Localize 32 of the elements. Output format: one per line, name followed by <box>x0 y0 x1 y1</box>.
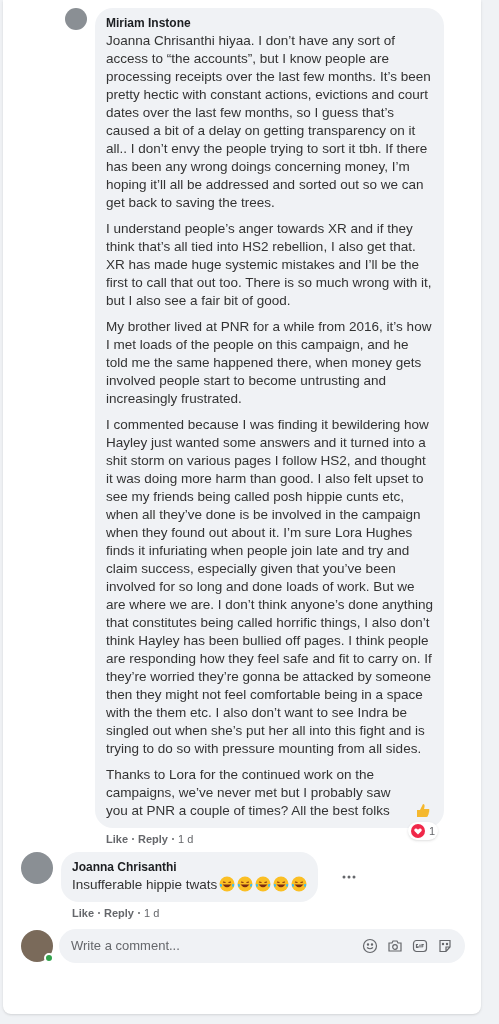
comment-text: Joanna Chrisanthi hiyaa. I don’t have any sort of access to “the accounts”, but I know people are processing receipts over the last few months. It’s been pretty hectic with constant actions, evictions and court dates over the last few months, so I guess that’s caused a bit of a delay on getting transparency on it all.. I don’t envy the people trying to sort it tbh. If there has been any wrong doings concerning money, I’m hoping it’ll all be addressed and sorted out so we can get back to saving the trees. <box>106 33 431 210</box>
smiley-icon[interactable] <box>362 938 378 954</box>
comment-action-link[interactable]: Like <box>106 831 128 848</box>
laughing-emoji-icon <box>273 875 290 892</box>
comment-text: My brother lived at PNR for a while from 2016, it’s how I met loads of the people on this campaign, and he told me the same happened there, when money gets involved people start to become untrusting and increasingly frustrated. <box>106 319 432 406</box>
comment-input[interactable]: Write a comment... <box>71 936 362 956</box>
laughing-emoji-icon <box>219 875 236 892</box>
camera-icon[interactable] <box>387 938 403 954</box>
comment-text: I understand people’s anger towards XR and if they think that’s all tied into HS2 rebellion, I also get that. XR has made huge systemic mistakes and I’ll be the first to call that out too. There is so much wrong with it, but I also see a fair bit of good. <box>106 221 432 308</box>
avatar[interactable] <box>21 851 53 884</box>
laughing-emoji-icon <box>291 875 308 892</box>
sticker-icon[interactable] <box>437 938 453 954</box>
more-options-icon[interactable] <box>342 874 357 879</box>
reaction-badge[interactable]: 1 <box>407 821 438 840</box>
avatar[interactable] <box>65 8 87 30</box>
comment-input-field[interactable]: Write a comment... <box>59 929 465 963</box>
reaction-count: 1 <box>428 823 435 839</box>
user-avatar[interactable] <box>21 930 53 962</box>
laughing-emoji-icon <box>237 875 254 892</box>
comment-text: Thanks to Lora for the continued work on the campaigns, we’ve never met but I probably saw you at PNR a couple of times? All the best folks <box>106 766 392 820</box>
author-name[interactable]: Joanna Chrisanthi <box>72 858 308 875</box>
comment-action-link[interactable]: Reply <box>138 831 168 848</box>
laughing-emoji-icon <box>255 875 272 892</box>
comment-time: 1 d <box>144 905 160 921</box>
comment-text: Insufferable hippie twats <box>72 875 218 894</box>
comment-time: 1 d <box>178 832 194 847</box>
thumbs-up-icon <box>415 802 431 818</box>
author-name[interactable]: Miriam Instone <box>106 15 433 31</box>
gif-icon[interactable] <box>412 938 428 954</box>
comment-action-link[interactable]: Reply <box>104 904 134 921</box>
comment-action-link[interactable]: Like <box>72 904 94 921</box>
comment-text: I commented because I was finding it bewildering how Hayley just wanted some answers and it turned into a shit storm on various pages I follow HS2, and thought it was doing more harm than good. I also felt upset to see my friends being called posh hippie cunts etc, when all they’ve done is be involved in the campaign when they found out about it. I’m sure Lora Hughes finds it infuriating when people join late and try and claim success, especially given that you’ve been involved for so long and done loads of work. But we are where we are. I don’t think anyone’s done anything that constitutes being called horrific things, I also don’t think Hayley has been bullied off pages. I think people are responding how they feel safe and fit to carry on. If they’re worried they’re gonna be attacked by someone then they might not feel comfortable being in a space with the them etc. I also don’t want to see Indra be singled out when she’s put her all into this fight and is trying to do so with pressure mounting from all sides. <box>106 417 433 756</box>
